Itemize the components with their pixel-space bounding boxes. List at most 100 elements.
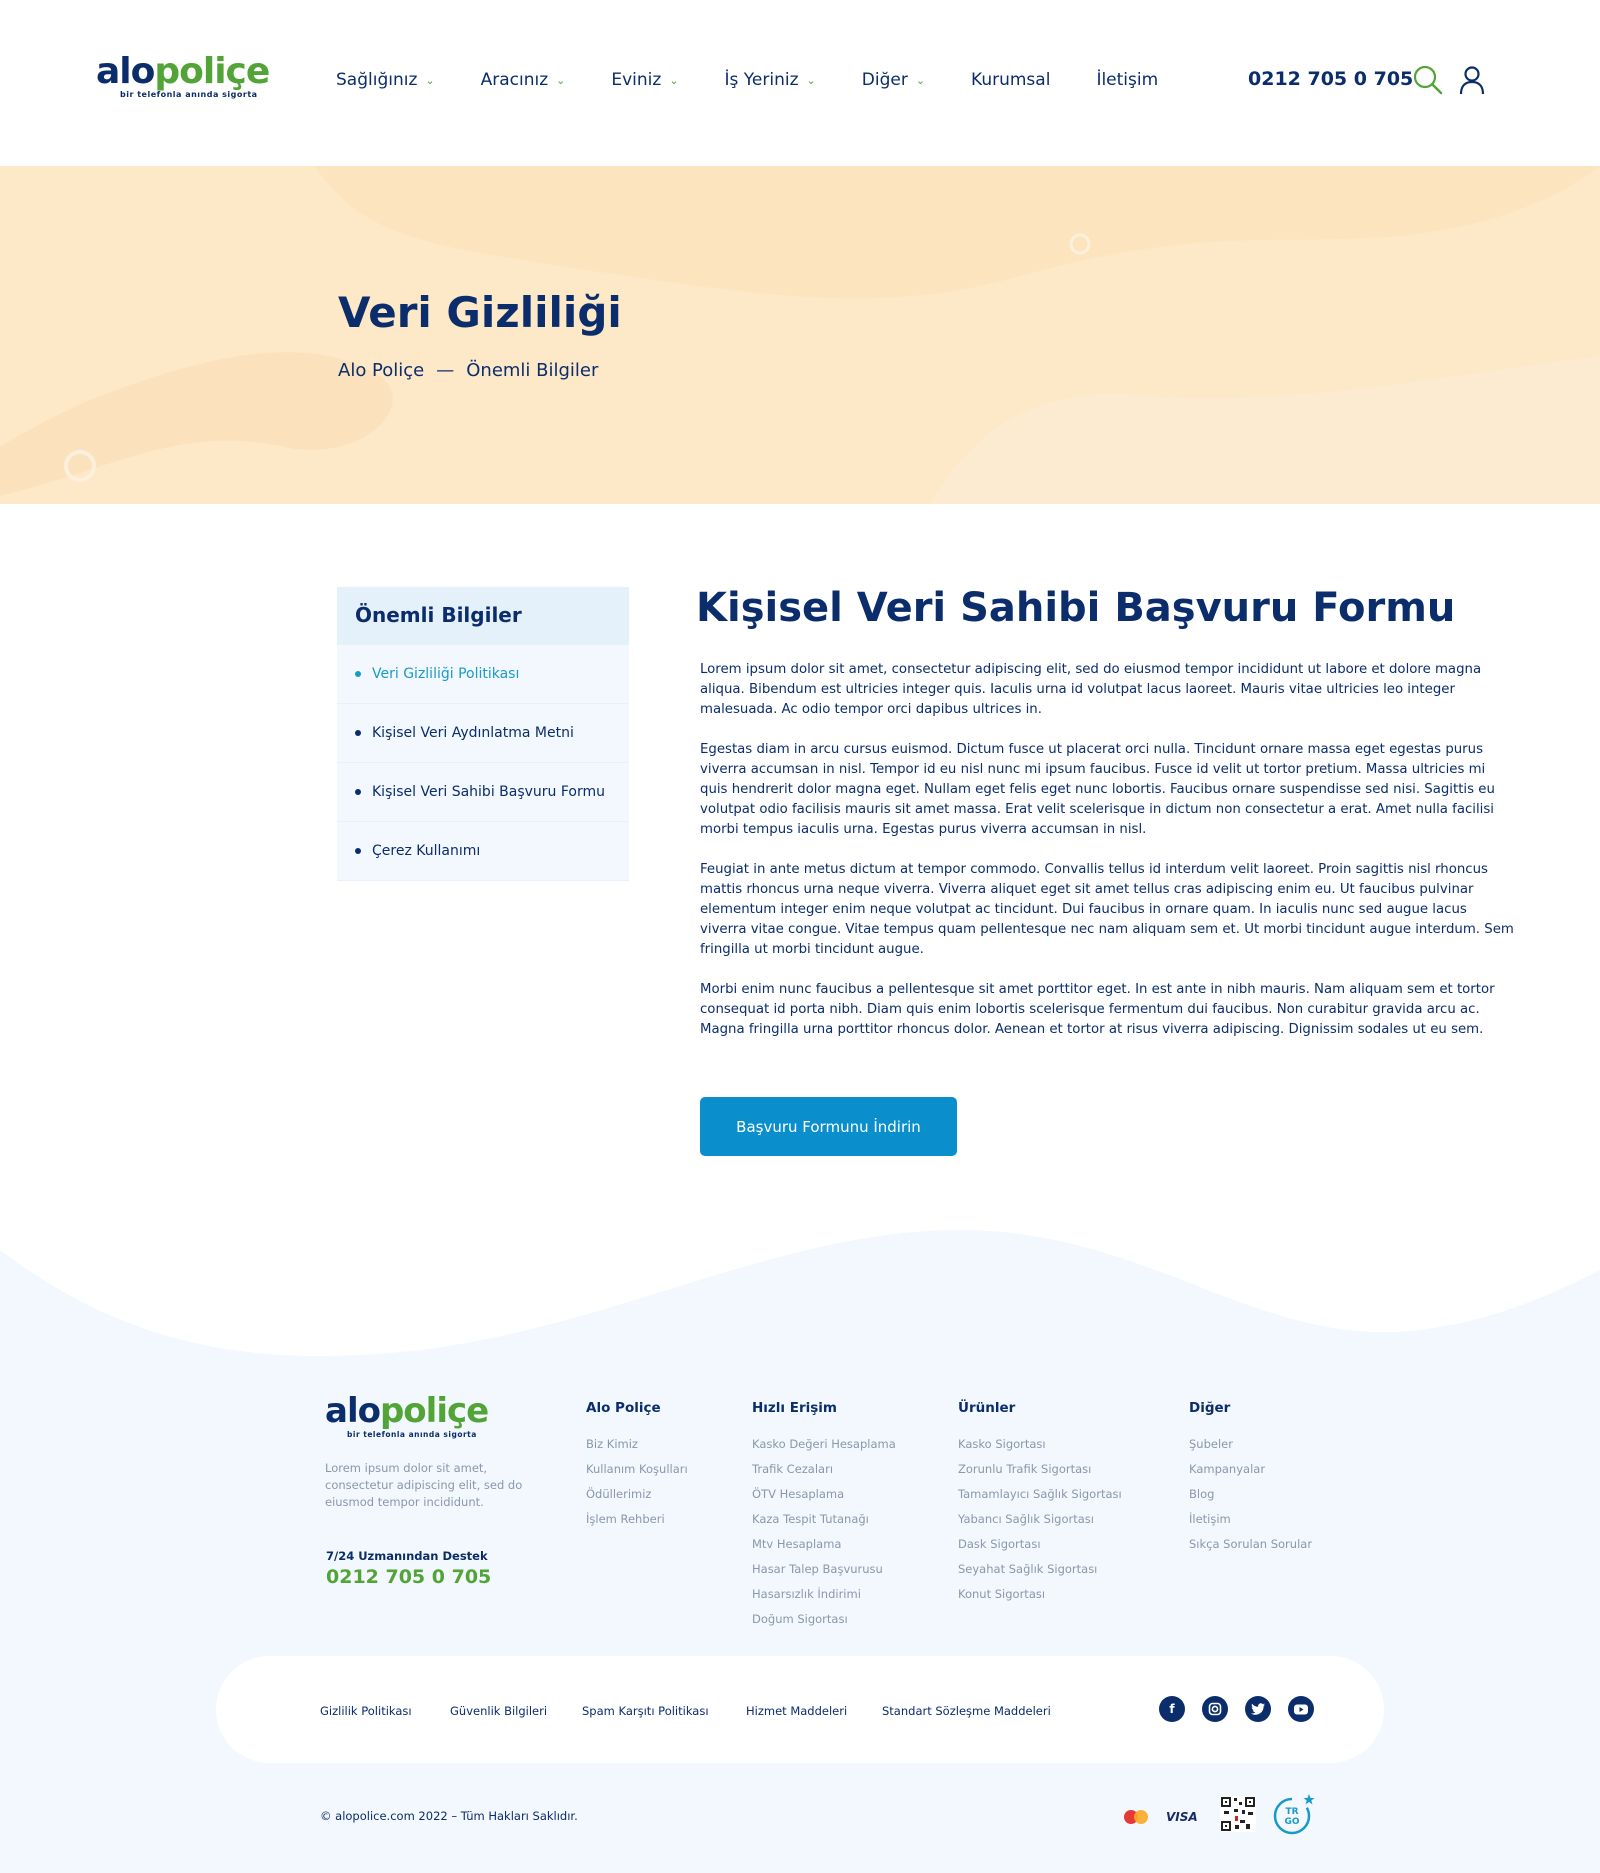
logo[interactable]: alopoliçe bir telefonla anında sigorta <box>96 51 270 100</box>
legal-link-gizlilik[interactable]: Gizlilik Politikası <box>320 1704 412 1718</box>
bullet-icon <box>355 848 361 854</box>
twitter-icon[interactable] <box>1245 1696 1271 1722</box>
sidebar-item-veri-gizliligi[interactable]: Veri Gizliliği Politikası <box>337 645 629 704</box>
nav-label: Aracınız <box>480 70 549 90</box>
logo-tagline: bir telefonla anında sigorta <box>120 90 258 99</box>
copyright: © alopolice.com 2022 – Tüm Hakları Saklı… <box>320 1809 578 1823</box>
paragraph: Lorem ipsum dolor sit amet, consectetur … <box>700 662 1482 717</box>
support-label: 7/24 Uzmanından Destek <box>326 1549 488 1563</box>
download-form-button[interactable]: Başvuru Formunu İndirin <box>700 1097 957 1156</box>
nav-label: İş Yeriniz <box>724 70 799 90</box>
site-header: alopoliçe bir telefonla anında sigorta S… <box>0 0 1600 166</box>
footer-link[interactable]: Kullanım Koşulları <box>586 1457 688 1482</box>
sidebar-item-cerez[interactable]: Çerez Kullanımı <box>337 822 629 881</box>
sidebar-item-label: Kişisel Veri Sahibi Başvuru Formu <box>372 784 606 800</box>
paragraph: Egestas diam in arcu cursus euismod. Dic… <box>700 742 1495 837</box>
footer-link[interactable]: Trafik Cezaları <box>752 1457 896 1482</box>
footer-column-diger: Diğer Şubeler Kampanyalar Blog İletişim … <box>1189 1400 1312 1557</box>
nav-label: Eviniz <box>611 70 662 90</box>
sidebar-item-label: Çerez Kullanımı <box>372 843 481 859</box>
footer-link[interactable]: Hasarsızlık İndirimi <box>752 1582 896 1607</box>
search-icon[interactable] <box>1412 64 1444 96</box>
trgo-text-2: GO <box>1284 1817 1299 1827</box>
footer-link[interactable]: İşlem Rehberi <box>586 1507 688 1532</box>
footer-column-hizli-erisim: Hızlı Erişim Kasko Değeri Hesaplama Traf… <box>752 1400 896 1632</box>
logo-alo: alo <box>96 51 155 92</box>
nav-label: Diğer <box>861 70 908 90</box>
logo-police: poliçe <box>379 1391 489 1431</box>
sidebar-item-basvuru-formu[interactable]: Kişisel Veri Sahibi Başvuru Formu <box>337 763 629 822</box>
footer-link[interactable]: İletişim <box>1189 1507 1312 1532</box>
nav-item-eviniz[interactable]: Eviniz ⌄ <box>611 68 678 92</box>
chevron-down-icon: ⌄ <box>425 73 435 87</box>
footer-column-alo-police: Alo Poliçe Biz Kimiz Kullanım Koşulları … <box>586 1400 688 1532</box>
instagram-glyph <box>1208 1702 1222 1716</box>
sidebar-item-label: Veri Gizliliği Politikası <box>372 666 520 682</box>
youtube-icon[interactable] <box>1288 1696 1314 1722</box>
sidebar: Önemli Bilgiler Veri Gizliliği Politikas… <box>337 587 629 881</box>
footer-link[interactable]: Ödüllerimiz <box>586 1482 688 1507</box>
footer-link[interactable]: Kampanyalar <box>1189 1457 1312 1482</box>
support-phone[interactable]: 0212 705 0 705 <box>326 1566 491 1588</box>
footer-link[interactable]: Mtv Hesaplama <box>752 1532 896 1557</box>
nav-item-diger[interactable]: Diğer ⌄ <box>862 68 925 92</box>
nav-item-is-yeriniz[interactable]: İş Yeriniz ⌄ <box>725 68 816 92</box>
footer-link[interactable]: Kaza Tespit Tutanağı <box>752 1507 896 1532</box>
youtube-glyph <box>1294 1704 1308 1714</box>
footer-link[interactable]: Dask Sigortası <box>958 1532 1122 1557</box>
user-icon[interactable] <box>1456 64 1488 96</box>
footer-link[interactable]: Seyahat Sağlık Sigortası <box>958 1557 1122 1582</box>
bullet-icon <box>355 789 361 795</box>
nav-item-sagliginiz[interactable]: Sağlığınız ⌄ <box>336 68 435 92</box>
header-phone[interactable]: 0212 705 0 705 <box>1248 68 1413 90</box>
footer-link[interactable]: Blog <box>1189 1482 1312 1507</box>
footer-link[interactable]: Sıkça Sorulan Sorular <box>1189 1532 1312 1557</box>
sidebar-item-label: Kişisel Veri Aydınlatma Metni <box>372 725 574 741</box>
breadcrumb: Alo Poliçe — Önemli Bilgiler <box>338 360 598 381</box>
bullet-icon <box>355 671 361 677</box>
footer-link[interactable]: Kasko Sigortası <box>958 1432 1122 1457</box>
sidebar-item-aydinlatma-metni[interactable]: Kişisel Veri Aydınlatma Metni <box>337 704 629 763</box>
chevron-down-icon: ⌄ <box>669 73 679 87</box>
chevron-down-icon: ⌄ <box>915 73 926 87</box>
logo-alo: alo <box>325 1391 381 1431</box>
page-hero: Veri Gizliliği Alo Poliçe — Önemli Bilgi… <box>0 166 1600 504</box>
footer-link[interactable]: Yabancı Sağlık Sigortası <box>958 1507 1122 1532</box>
qr-code-icon <box>1220 1796 1256 1832</box>
footer-link[interactable]: Konut Sigortası <box>958 1582 1122 1607</box>
footer-link[interactable]: Şubeler <box>1189 1432 1312 1457</box>
footer-link[interactable]: Biz Kimiz <box>586 1432 688 1457</box>
nav-item-araciniz[interactable]: Aracınız ⌄ <box>481 68 566 92</box>
breadcrumb-home[interactable]: Alo Poliçe <box>338 360 424 381</box>
legal-link-guvenlik[interactable]: Güvenlik Bilgileri <box>450 1704 547 1718</box>
instagram-icon[interactable] <box>1202 1696 1228 1722</box>
main-nav: Sağlığınız ⌄ Aracınız ⌄ Eviniz ⌄ İş Yeriniz… <box>336 68 1204 92</box>
breadcrumb-current: Önemli Bilgiler <box>466 360 599 381</box>
sidebar-title: Önemli Bilgiler <box>337 587 629 645</box>
legal-link-sozlesme[interactable]: Standart Sözleşme Maddeleri <box>882 1704 1051 1718</box>
nav-item-kurumsal[interactable]: Kurumsal <box>971 68 1050 92</box>
nav-label: İletişim <box>1096 70 1159 90</box>
footer-column-title: Ürünler <box>958 1400 1016 1416</box>
chevron-down-icon: ⌄ <box>806 73 816 87</box>
footer-link[interactable]: Doğum Sigortası <box>752 1607 896 1632</box>
twitter-glyph <box>1251 1703 1265 1715</box>
page-title: Veri Gizliliği <box>338 288 622 337</box>
footer-link[interactable]: ÖTV Hesaplama <box>752 1482 896 1507</box>
footer-link[interactable]: Tamamlayıcı Sağlık Sigortası <box>958 1482 1122 1507</box>
paragraph: Feugiat in ante metus dictum at tempor c… <box>700 862 1514 957</box>
logo-police: poliçe <box>154 51 270 92</box>
nav-label: Kurumsal <box>971 70 1051 90</box>
legal-link-spam[interactable]: Spam Karşıtı Politikası <box>582 1704 709 1718</box>
footer-link[interactable]: Hasar Talep Başvurusu <box>752 1557 896 1582</box>
footer-description: Lorem ipsum dolor sit amet, consectetur … <box>325 1461 523 1509</box>
paragraph: Morbi enim nunc faucibus a pellentesque … <box>700 982 1495 1037</box>
footer-link[interactable]: Zorunlu Trafik Sigortası <box>958 1457 1122 1482</box>
chevron-down-icon: ⌄ <box>556 73 566 87</box>
nav-item-iletisim[interactable]: İletişim <box>1096 68 1158 92</box>
facebook-icon[interactable]: f <box>1159 1696 1185 1722</box>
footer-link[interactable]: Kasko Değeri Hesaplama <box>752 1432 896 1457</box>
legal-link-hizmet[interactable]: Hizmet Maddeleri <box>746 1704 847 1718</box>
footer-logo[interactable]: alopoliçe bir telefonla anında sigorta <box>325 1391 489 1439</box>
trgo-text-1: TR <box>1285 1807 1298 1817</box>
